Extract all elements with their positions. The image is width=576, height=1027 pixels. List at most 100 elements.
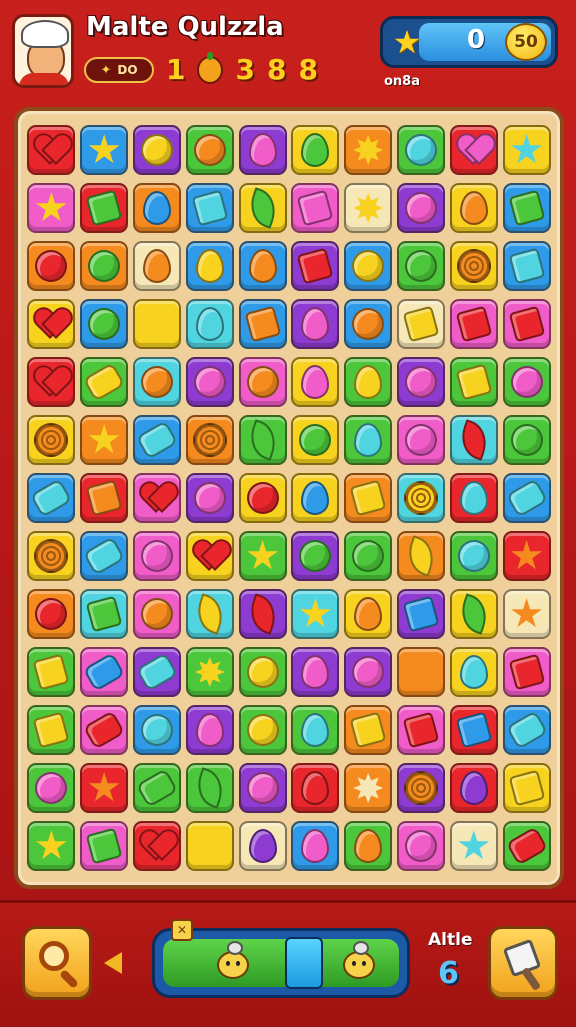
hammer-booster-button[interactable] — [488, 926, 558, 1000]
candy-tile[interactable] — [133, 473, 181, 523]
candy-tile[interactable] — [133, 415, 181, 465]
candy-tile[interactable] — [291, 647, 340, 697]
candy-tile[interactable] — [449, 473, 498, 523]
candy-tile[interactable] — [80, 763, 129, 813]
candy-tile[interactable] — [502, 415, 551, 465]
candy-tile[interactable] — [502, 473, 551, 523]
candy-tile[interactable] — [133, 299, 181, 349]
candy-tile[interactable] — [449, 415, 498, 465]
candy-tile[interactable] — [291, 125, 340, 175]
candy-tile[interactable] — [185, 589, 234, 639]
candy-tile[interactable] — [27, 531, 76, 581]
candy-tile[interactable] — [185, 357, 234, 407]
candy-tile[interactable] — [397, 589, 445, 639]
candy-tile[interactable] — [80, 241, 129, 291]
candy-tile[interactable] — [238, 705, 287, 755]
candy-tile[interactable] — [80, 821, 129, 871]
candy-tile[interactable] — [397, 241, 445, 291]
candy-tile[interactable] — [185, 299, 234, 349]
candy-tile[interactable] — [344, 589, 393, 639]
candy-tile[interactable] — [502, 821, 551, 871]
candy-tile[interactable] — [27, 357, 76, 407]
candy-tile[interactable] — [27, 647, 76, 697]
candy-tile[interactable] — [27, 705, 76, 755]
chick-booster-right[interactable] — [339, 941, 379, 981]
candy-tile[interactable] — [449, 531, 498, 581]
candy-tile[interactable] — [80, 415, 129, 465]
candy-tile[interactable] — [344, 183, 393, 233]
candy-tile[interactable] — [80, 299, 129, 349]
candy-tile[interactable] — [238, 241, 287, 291]
candy-tile[interactable] — [133, 241, 181, 291]
candy-tile[interactable] — [238, 473, 287, 523]
candy-tile[interactable] — [344, 299, 393, 349]
candy-tile[interactable] — [344, 357, 393, 407]
candy-tile[interactable] — [133, 589, 181, 639]
candy-tile[interactable] — [27, 241, 76, 291]
candy-tile[interactable] — [397, 415, 445, 465]
candy-tile[interactable] — [502, 183, 551, 233]
candy-tile[interactable] — [397, 647, 445, 697]
candy-tile[interactable] — [238, 589, 287, 639]
booster-tray[interactable]: ✕ — [152, 919, 410, 998]
candy-tile[interactable] — [502, 357, 551, 407]
candy-tile[interactable] — [397, 183, 445, 233]
candy-tile[interactable] — [80, 705, 129, 755]
candy-tile[interactable] — [27, 589, 76, 639]
candy-tile[interactable] — [27, 763, 76, 813]
candy-tile[interactable] — [27, 125, 76, 175]
candy-tile[interactable] — [185, 183, 234, 233]
candy-tile[interactable] — [397, 763, 445, 813]
candy-tile[interactable] — [185, 241, 234, 291]
candy-tile[interactable] — [185, 821, 234, 871]
candy-tile[interactable] — [449, 357, 498, 407]
candy-tile[interactable] — [291, 473, 340, 523]
candy-tile[interactable] — [291, 763, 340, 813]
candy-tile[interactable] — [185, 415, 234, 465]
candy-tile[interactable] — [238, 763, 287, 813]
candy-tile[interactable] — [80, 357, 129, 407]
candy-tile[interactable] — [238, 299, 287, 349]
candy-tile[interactable] — [344, 647, 393, 697]
candy-tile[interactable] — [502, 647, 551, 697]
candy-tile[interactable] — [397, 125, 445, 175]
candy-tile[interactable] — [291, 357, 340, 407]
candy-tile[interactable] — [80, 125, 129, 175]
candy-tile[interactable] — [133, 183, 181, 233]
chef-avatar[interactable] — [12, 14, 74, 88]
search-booster-button[interactable] — [22, 926, 92, 1000]
candy-tile[interactable] — [344, 705, 393, 755]
candy-tile[interactable] — [502, 241, 551, 291]
candy-tile[interactable] — [502, 531, 551, 581]
candy-tile[interactable] — [344, 415, 393, 465]
candy-tile[interactable] — [449, 821, 498, 871]
candy-tile[interactable] — [185, 705, 234, 755]
candy-tile[interactable] — [344, 125, 393, 175]
candy-tile[interactable] — [238, 183, 287, 233]
candy-tile[interactable] — [291, 241, 340, 291]
candy-tile[interactable] — [502, 589, 551, 639]
candy-tile[interactable] — [185, 531, 234, 581]
candy-tile[interactable] — [185, 473, 234, 523]
candy-tile[interactable] — [133, 531, 181, 581]
candy-tile[interactable] — [238, 125, 287, 175]
candy-tile[interactable] — [80, 531, 129, 581]
candy-tile[interactable] — [185, 647, 234, 697]
candy-tile[interactable] — [291, 299, 340, 349]
candy-tile[interactable] — [238, 647, 287, 697]
candy-tile[interactable] — [133, 647, 181, 697]
candy-tile[interactable] — [27, 415, 76, 465]
candy-tile[interactable] — [133, 125, 181, 175]
candy-tile[interactable] — [291, 705, 340, 755]
candy-tile[interactable] — [291, 531, 340, 581]
candy-tile[interactable] — [397, 357, 445, 407]
candy-tile[interactable] — [449, 183, 498, 233]
candy-tile[interactable] — [185, 125, 234, 175]
candy-tile[interactable] — [133, 763, 181, 813]
candy-tile[interactable] — [449, 763, 498, 813]
candy-tile[interactable] — [502, 763, 551, 813]
candy-tile[interactable] — [80, 647, 129, 697]
candy-tile[interactable] — [502, 125, 551, 175]
candy-tile[interactable] — [397, 531, 445, 581]
candy-tile[interactable] — [397, 299, 445, 349]
